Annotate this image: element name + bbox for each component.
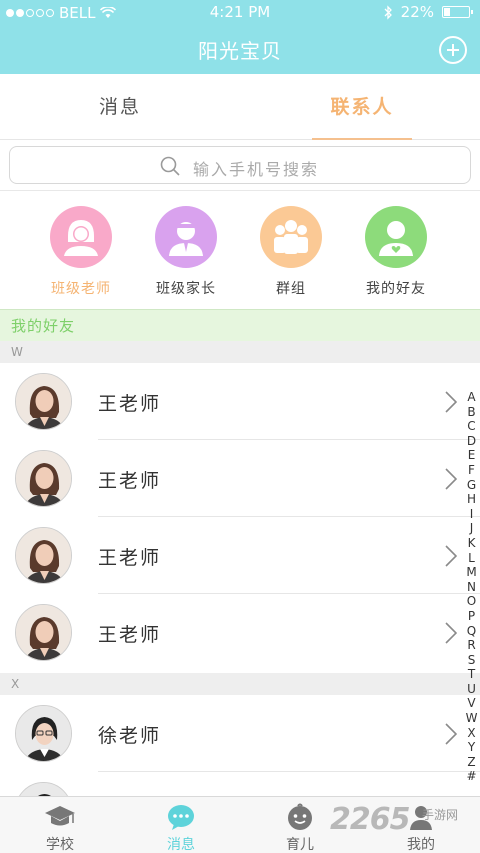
section-header-w: W [0,341,480,363]
index-letter[interactable]: N [463,580,480,595]
index-letter[interactable]: # [463,769,480,784]
tab-contacts[interactable]: 联系人 [312,74,412,140]
bluetooth-icon [384,4,392,20]
chevron-right-icon [445,622,457,644]
category-label: 班级老师 [51,281,111,297]
index-letter[interactable]: R [463,638,480,653]
index-letter[interactable]: H [463,492,480,507]
status-right: 22% [384,3,473,21]
battery-percent: 22% [400,3,434,21]
contact-name: 徐老师 [98,725,162,747]
chevron-right-icon [445,545,457,567]
index-letter[interactable]: Q [463,624,480,639]
contact-name: 王老师 [98,470,162,492]
add-button[interactable] [439,36,467,64]
section-header-x: X [0,673,480,695]
friend-icon [365,206,427,268]
nav-label: 育儿 [286,837,314,853]
nav-label: 学校 [46,837,74,853]
alphabet-index[interactable]: A B C D E F G H I J K L M N O P Q R S T U V W X Y Z # [463,390,480,784]
index-letter[interactable]: W [463,711,480,726]
teacher-icon [50,206,112,268]
group-icon [260,206,322,268]
index-letter[interactable]: U [463,682,480,697]
index-letter[interactable]: V [463,696,480,711]
index-letter[interactable]: F [463,463,480,478]
chevron-right-icon [445,468,457,490]
watermark-sub: 手游网 [422,808,459,822]
index-letter[interactable]: B [463,405,480,420]
search-area: 输入手机号搜索 [0,141,480,191]
watermark-logo: 2265 [330,802,410,837]
avatar [15,782,72,796]
app-header: BELL 4:21 PM 22% 阳光宝贝 [0,0,480,74]
index-letter[interactable]: Y [463,740,480,755]
nav-messages[interactable]: 消息 [141,803,221,853]
category-my-friends[interactable]: 我的好友 [356,206,436,298]
avatar [15,705,72,762]
avatar [15,450,72,507]
avatar [15,373,72,430]
index-letter[interactable]: M [463,565,480,580]
search-placeholder: 输入手机号搜索 [193,160,320,179]
avatar [15,527,72,584]
nav-label: 消息 [167,837,195,853]
contact-name: 王老师 [98,547,162,569]
contact-row[interactable]: 王老师 [0,517,480,594]
baby-face-icon [260,803,340,831]
tab-messages[interactable]: 消息 [0,74,240,140]
contact-name: 王老师 [98,624,162,646]
tab-bar: 消息 联系人 [0,74,480,140]
index-letter[interactable]: S [463,653,480,668]
nav-school[interactable]: 学校 [20,803,100,853]
parent-icon [155,206,217,268]
index-letter[interactable]: Z [463,755,480,770]
contact-name: 王老师 [98,393,162,415]
index-letter[interactable]: G [463,478,480,493]
category-groups[interactable]: 群组 [251,206,331,298]
status-bar: BELL 4:21 PM 22% [0,0,480,26]
index-letter[interactable]: K [463,536,480,551]
index-letter[interactable]: D [463,434,480,449]
index-letter[interactable]: I [463,507,480,522]
category-class-parents[interactable]: 班级家长 [146,206,226,298]
index-letter[interactable]: C [463,419,480,434]
index-letter[interactable]: E [463,448,480,463]
friends-section-header: 我的好友 [0,309,480,341]
contact-row[interactable]: 王老师 [0,440,480,517]
search-icon [160,156,180,176]
chevron-right-icon [445,391,457,413]
index-letter[interactable]: T [463,667,480,682]
contact-categories: 班级老师 班级家长 群组 我的好友 [0,191,480,309]
contact-row[interactable]: 王老师 [0,594,480,671]
nav-parenting[interactable]: 育儿 [260,803,340,853]
category-label: 我的好友 [366,281,426,297]
category-class-teachers[interactable]: 班级老师 [41,206,121,298]
chevron-right-icon [445,723,457,745]
avatar [15,604,72,661]
contact-row-partial[interactable] [0,772,480,796]
category-label: 群组 [276,281,306,297]
index-letter[interactable]: P [463,609,480,624]
index-letter[interactable]: X [463,726,480,741]
index-letter[interactable]: L [463,551,480,566]
battery-icon [442,6,473,18]
category-label: 班级家长 [156,281,216,297]
contact-row[interactable]: 徐老师 [0,695,480,772]
index-letter[interactable]: O [463,594,480,609]
graduation-cap-icon [20,803,100,831]
index-letter[interactable]: A [463,390,480,405]
index-letter[interactable]: J [463,521,480,536]
contact-row[interactable]: 王老师 [0,363,480,440]
search-input[interactable]: 输入手机号搜索 [9,146,471,184]
page-title: 阳光宝贝 [198,39,282,63]
chat-bubble-icon [141,803,221,831]
